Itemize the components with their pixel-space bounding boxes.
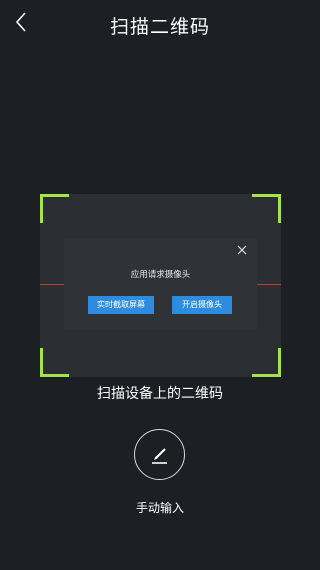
manual-input-button[interactable] <box>134 429 185 480</box>
scan-line-left <box>40 284 64 285</box>
camera-permission-dialog: 应用请求摄像头 实时截取屏幕 开启摄像头 <box>64 238 257 330</box>
scan-caption: 扫描设备上的二维码 <box>97 386 223 402</box>
frame-corner-bottom-left <box>40 348 69 377</box>
close-icon <box>237 245 247 255</box>
page-title: 扫描二维码 <box>109 16 210 38</box>
scan-frame: 应用请求摄像头 实时截取屏幕 开启摄像头 <box>40 194 281 377</box>
open-camera-button[interactable]: 开启摄像头 <box>172 296 232 314</box>
frame-corner-top-left <box>40 194 69 223</box>
frame-corner-bottom-right <box>252 348 281 377</box>
scan-line-right <box>257 284 281 285</box>
header: 扫描二维码 <box>0 0 320 48</box>
manual-input-label[interactable]: 手动输入 <box>0 499 320 516</box>
frame-corner-top-right <box>252 194 281 223</box>
capture-screen-button[interactable]: 实时截取屏幕 <box>88 296 154 314</box>
dialog-message: 应用请求摄像头 <box>130 270 191 280</box>
dialog-close-button[interactable] <box>235 242 249 256</box>
pencil-icon <box>152 448 167 464</box>
